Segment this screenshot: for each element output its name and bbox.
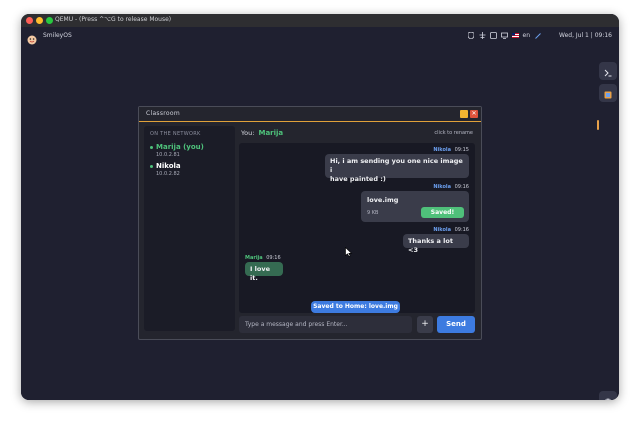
peer-ip: 10.0.2.82 (156, 171, 180, 177)
saved-toast: Saved to Home: love.img (311, 301, 400, 313)
app-icon (604, 84, 612, 103)
system-tray: en Wed, Jul 1 | 09:16 (468, 31, 612, 40)
close-button[interactable]: ✕ (470, 110, 478, 118)
active-app-indicator (597, 120, 599, 130)
message-list: Nikola 09:15 Hi, i am sending you one ni… (239, 143, 475, 313)
you-label: You: Marija (241, 129, 283, 137)
os-top-bar: SmileyOS en Wed, Jul 1 | 09:16 (21, 27, 619, 45)
message-time: 09:16 (266, 255, 281, 261)
online-dot (150, 146, 153, 149)
classroom-window: Classroom ✕ ON THE NETWORK Marija (you) … (138, 106, 482, 340)
message-bubble: I love it. (245, 262, 283, 282)
window-icon[interactable] (489, 32, 497, 39)
message-text: I love it. (250, 265, 271, 282)
message-sender: Nikola (433, 227, 451, 233)
saved-button[interactable]: Saved! (421, 207, 464, 218)
zoom-window-button[interactable] (46, 17, 53, 24)
minimize-button[interactable] (460, 110, 468, 118)
us-flag-icon[interactable] (511, 32, 519, 39)
message-text-line: have painted :) (330, 175, 386, 183)
sidebar-heading: ON THE NETWORK (150, 131, 201, 137)
rename-hint[interactable]: click to rename (434, 130, 473, 136)
message-text: Thanks a lot <3 (408, 237, 453, 254)
message-input[interactable] (239, 316, 412, 333)
you-name[interactable]: Marija (258, 129, 283, 137)
classroom-dock-button[interactable] (599, 84, 617, 102)
qemu-titlebar: QEMU - (Press ^⌥G to release Mouse) (21, 14, 619, 27)
send-button[interactable]: Send (437, 316, 475, 333)
close-window-button[interactable] (26, 17, 33, 24)
trash-dock-button[interactable] (599, 391, 617, 400)
message-meta: Nikola 09:16 (433, 227, 469, 233)
minimize-window-button[interactable] (36, 17, 43, 24)
network-icon[interactable] (479, 32, 486, 39)
network-sidebar: ON THE NETWORK Marija (you) 10.0.2.81 Ni… (144, 126, 235, 331)
terminal-dock-button[interactable] (599, 62, 617, 80)
chat-main: You: Marija click to rename Nikola 09:15… (239, 126, 475, 333)
attach-button[interactable]: + (417, 316, 433, 333)
trash-icon (604, 391, 612, 400)
message-time: 09:15 (454, 147, 469, 153)
language-indicator[interactable]: en (523, 32, 531, 39)
online-dot (150, 165, 153, 168)
message-meta: Nikola 09:15 (433, 147, 469, 153)
terminal-icon (604, 62, 612, 81)
app-title: Classroom (146, 110, 181, 117)
file-size: 9 KB (367, 210, 379, 216)
desktop: SmileyOS en Wed, Jul 1 | 09:16 Classroom… (21, 27, 619, 400)
peer-ip: 10.0.2.81 (156, 152, 180, 158)
peer-name: Marija (you) (156, 143, 204, 151)
message-sender: Marija (245, 255, 263, 261)
clock[interactable]: Wed, Jul 1 | 09:16 (559, 32, 612, 39)
message-bubble: Hi, i am sending you one nice image i ha… (325, 154, 469, 183)
message-sender: Nikola (433, 147, 451, 153)
app-titlebar[interactable]: Classroom ✕ (139, 107, 481, 122)
message-meta: Nikola 09:16 (433, 184, 469, 190)
message-meta: Marija 09:16 (245, 255, 281, 261)
composer: + Send (239, 316, 475, 333)
message-text-line: Hi, i am sending you one nice image i (330, 157, 463, 174)
qemu-window: QEMU - (Press ^⌥G to release Mouse) Smil… (21, 14, 619, 400)
smiley-logo-icon[interactable] (27, 30, 37, 45)
message-bubble: Thanks a lot <3 (403, 234, 469, 254)
message-time: 09:16 (454, 227, 469, 233)
message-time: 09:16 (454, 184, 469, 190)
you-label-text: You: (241, 129, 255, 137)
mouse-cursor-icon (345, 242, 353, 257)
file-attachment: love.img 9 KB Saved! (361, 191, 469, 222)
os-name: SmileyOS (43, 32, 72, 39)
qemu-window-title: QEMU - (Press ^⌥G to release Mouse) (55, 16, 172, 23)
message-sender: Nikola (433, 184, 451, 190)
shield-icon[interactable] (468, 32, 475, 39)
display-icon[interactable] (500, 32, 508, 39)
pen-icon[interactable] (534, 32, 541, 39)
file-name: love.img (367, 196, 399, 204)
peer-name: Nikola (156, 162, 181, 170)
